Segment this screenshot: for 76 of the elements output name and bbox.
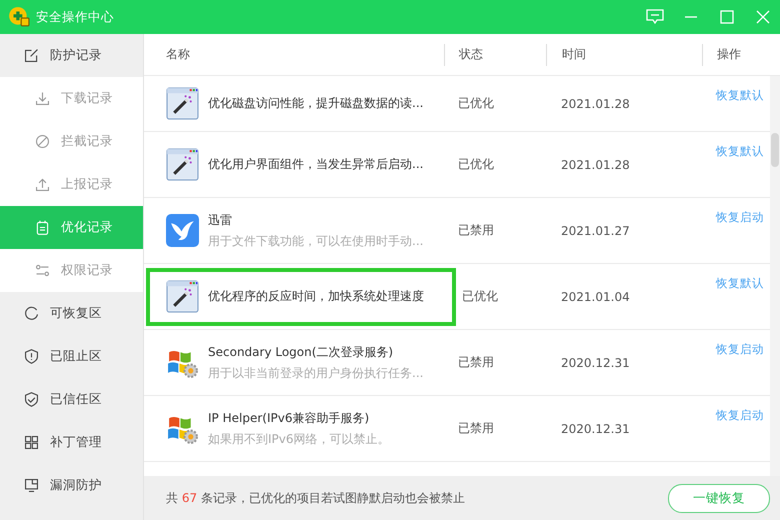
- monitor-icon: [23, 477, 40, 494]
- item-name: 优化用户界面组件，当发生异常后启动...: [208, 156, 424, 173]
- sidebar-label: 已信任区: [50, 391, 102, 408]
- item-name: Secondary Logon(二次登录服务): [208, 344, 394, 360]
- column-header: 状态: [444, 44, 546, 66]
- item-description: 如果用不到IPv6网络，可以禁止。: [208, 430, 390, 448]
- date-text: 2021.01.28: [560, 158, 631, 172]
- refresh-icon: [23, 305, 40, 322]
- sidebar-item[interactable]: 漏洞防护: [0, 464, 143, 507]
- sidebar-label: 拦截记录: [61, 133, 113, 150]
- date-text: 2021.01.28: [560, 96, 631, 110]
- date-text: 2021.01.27: [560, 224, 631, 238]
- restore-link[interactable]: 恢复启动: [702, 210, 770, 225]
- date-text: 2020.12.31: [560, 356, 631, 370]
- status-text: 已优化: [457, 95, 495, 112]
- sidebar-item[interactable]: 已阻止区: [0, 335, 143, 378]
- record-count-text: 共 67 条记录，已优化的项目若试图静默启动也会被禁止: [166, 490, 466, 506]
- sidebar-item[interactable]: 已信任区: [0, 378, 143, 421]
- status-text: 已禁用: [457, 354, 495, 371]
- restore-link[interactable]: 恢复默认: [702, 88, 770, 103]
- wand-window-icon: [166, 148, 199, 181]
- item-name: IP Helper(IPv6兼容助手服务): [208, 410, 370, 426]
- sidebar-label: 可恢复区: [50, 305, 102, 322]
- wand-window-icon: [166, 280, 199, 313]
- date-text: 2020.12.31: [560, 422, 631, 436]
- sidebar-item[interactable]: 补丁管理: [0, 421, 143, 464]
- sidebar-label: 补丁管理: [50, 434, 102, 451]
- item-name: 迅雷: [208, 212, 233, 228]
- feedback-icon[interactable]: [646, 9, 664, 25]
- column-header: 时间: [546, 44, 702, 66]
- sliders-icon: [34, 262, 51, 279]
- edit-icon: [23, 47, 40, 64]
- shield-alert-icon: [23, 348, 40, 365]
- sidebar-item[interactable]: 上报记录: [0, 163, 143, 206]
- restore-link[interactable]: 恢复启动: [702, 342, 770, 357]
- bird-app-icon: [166, 214, 199, 247]
- maximize-icon[interactable]: [718, 9, 736, 25]
- item-description: 用于以非当前登录的用户身份执行任务...: [208, 364, 424, 382]
- window-title: 安全操作中心: [36, 8, 114, 26]
- sidebar-label: 优化记录: [61, 219, 113, 236]
- sidebar-item[interactable]: 拦截记录: [0, 120, 143, 163]
- column-header: 操作: [702, 44, 780, 66]
- sidebar-label: 上报记录: [61, 176, 113, 193]
- sidebar-item[interactable]: 可恢复区: [0, 292, 143, 335]
- shield-check-icon: [23, 391, 40, 408]
- download-icon: [34, 90, 51, 107]
- sidebar-group[interactable]: 防护记录: [0, 34, 143, 77]
- date-text: 2021.01.04: [560, 290, 631, 304]
- column-header: 名称: [165, 46, 191, 63]
- sidebar-label: 防护记录: [50, 47, 102, 64]
- sidebar-label: 下载记录: [61, 90, 113, 107]
- sidebar-label: 漏洞防护: [50, 477, 102, 494]
- item-description: 用于文件下载功能，可以在使用时手动...: [208, 232, 424, 250]
- restore-link[interactable]: 恢复默认: [702, 276, 770, 291]
- block-icon: [34, 133, 51, 150]
- status-text: 已禁用: [457, 420, 495, 437]
- item-name: 优化磁盘访问性能，提升磁盘数据的读...: [208, 95, 424, 112]
- sidebar-item[interactable]: 下载记录: [0, 77, 143, 120]
- shield-plus-logo-icon: [8, 6, 30, 28]
- upload-icon: [34, 176, 51, 193]
- item-name: 优化程序的反应时间，加快系统处理速度: [208, 288, 424, 305]
- sidebar-label: 权限记录: [61, 262, 113, 279]
- status-text: 已优化: [457, 156, 495, 173]
- restore-all-button[interactable]: 一键恢复: [668, 484, 770, 512]
- calendar-icon: [34, 219, 51, 236]
- restore-link[interactable]: 恢复默认: [702, 144, 770, 159]
- wand-window-icon: [166, 87, 199, 120]
- close-icon[interactable]: [754, 9, 772, 25]
- status-text: 已优化: [461, 288, 499, 305]
- restore-link[interactable]: 恢复启动: [702, 408, 770, 423]
- sidebar-label: 已阻止区: [50, 348, 102, 365]
- grid-icon: [23, 434, 40, 451]
- scrollbar-thumb[interactable]: [771, 133, 779, 167]
- sidebar-item[interactable]: 优化记录: [0, 206, 143, 249]
- status-text: 已禁用: [457, 222, 495, 239]
- sidebar-item[interactable]: 权限记录: [0, 249, 143, 292]
